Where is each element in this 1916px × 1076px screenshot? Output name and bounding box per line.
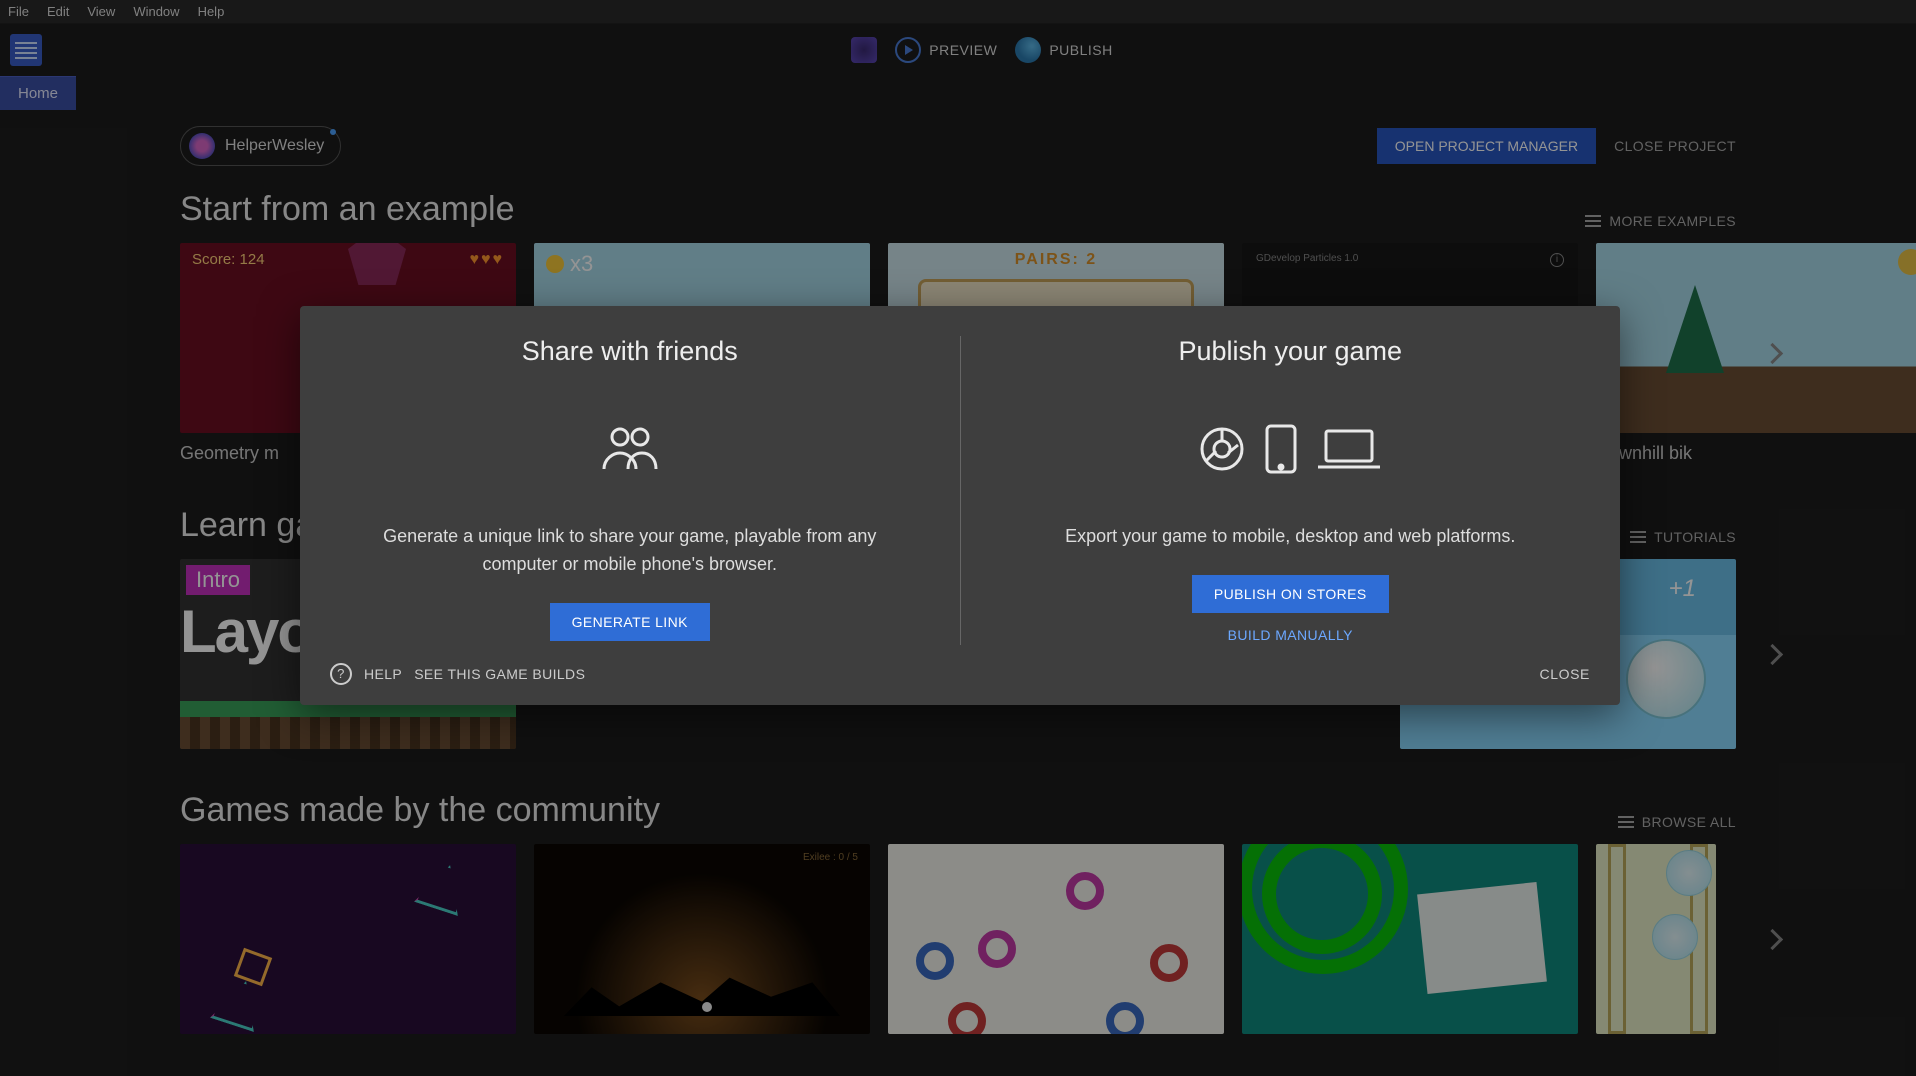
- people-icon: [600, 425, 660, 478]
- build-manually-link[interactable]: BUILD MANUALLY: [1228, 627, 1353, 643]
- phone-icon: [1264, 423, 1298, 480]
- publish-desc: Export your game to mobile, desktop and …: [1009, 523, 1573, 551]
- laptop-icon: [1316, 425, 1382, 478]
- help-icon[interactable]: ?: [330, 663, 352, 685]
- generate-link-button[interactable]: GENERATE LINK: [550, 603, 710, 641]
- share-panel: Share with friends Generate a unique lin…: [300, 336, 960, 645]
- publish-title: Publish your game: [1009, 336, 1573, 367]
- chrome-icon: [1198, 425, 1246, 478]
- share-desc: Generate a unique link to share your gam…: [348, 523, 912, 579]
- publish-dialog: Share with friends Generate a unique lin…: [300, 306, 1620, 705]
- close-button[interactable]: CLOSE: [1540, 666, 1590, 682]
- publish-on-stores-button[interactable]: PUBLISH ON STORES: [1192, 575, 1389, 613]
- publish-panel: Publish your game Export your game to mo…: [961, 336, 1621, 645]
- see-builds-link[interactable]: SEE THIS GAME BUILDS: [414, 666, 585, 682]
- help-link[interactable]: HELP: [364, 666, 402, 682]
- share-title: Share with friends: [348, 336, 912, 367]
